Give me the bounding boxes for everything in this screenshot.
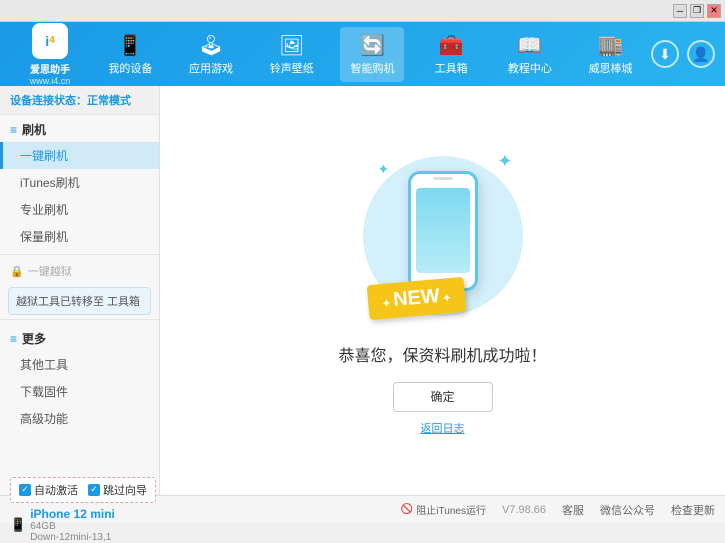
phone-container: ✦ ✦ NEW [373,146,513,326]
section-more: ≡ 更多 [0,324,159,351]
my-device-icon: 📱 [118,33,143,58]
flash-section-icon: ≡ [10,123,17,137]
flash-section-title: 刷机 [22,121,46,138]
device-name: iPhone 12 mini [30,507,115,521]
device-info: iPhone 12 mini 64GB Down-12mini-13,1 [30,507,115,543]
skip-wizard-check-icon: ✓ [88,484,100,496]
nav-toolbox[interactable]: 🧰 工具箱 [421,27,481,82]
bottom-bar: ✓ 自动激活 ✓ 跳过向导 📱 iPhone 12 mini 64GB Down… [0,495,725,523]
bottom-right: 🚫 阻止iTunes运行 V7.98.66 客服 微信公众号 检查更新 [170,502,715,518]
bottom-checkboxes: ✓ 自动激活 ✓ 跳过向导 [10,477,156,503]
success-illustration: ✦ ✦ NEW [373,146,513,326]
divider-2 [0,319,159,320]
skip-wizard-label: 跳过向导 [103,482,147,498]
weisi-icon: 🏬 [598,33,623,58]
jailbreak-info-box[interactable]: 越狱工具已转移至 工具箱 [8,287,151,315]
jailbreak-title: 一键越狱 [28,263,72,279]
wechat-link[interactable]: 微信公众号 [600,502,655,518]
user-button[interactable]: 👤 [687,40,715,68]
sidebar-item-one-key-flash[interactable]: 一键刷机 [0,142,159,169]
logo[interactable]: i4 爱思助手 www.i4.cn [10,23,90,86]
sidebar-item-advanced[interactable]: 高级功能 [0,405,159,432]
nav-ringtone-label: 铃声壁纸 [270,60,314,76]
phone-shape [408,171,478,291]
confirm-button[interactable]: 确定 [393,382,493,412]
itunes-status[interactable]: 🚫 阻止iTunes运行 [401,502,486,517]
restore-button[interactable]: ❐ [690,4,704,18]
nav-apps-games-label: 应用游戏 [189,60,233,76]
divider-1 [0,254,159,255]
auto-activate-check-icon: ✓ [19,484,31,496]
nav-weisi-mall[interactable]: 🏬 威思棒城 [579,27,643,82]
sidebar-item-other-tools[interactable]: 其他工具 [0,351,159,378]
skip-wizard-checkbox[interactable]: ✓ 跳过向导 [88,482,147,498]
ringtone-icon: 🖼 [279,33,304,58]
success-message: 恭喜您，保资料刷机成功啦！ [338,342,546,366]
apps-games-icon: 🕹 [198,33,223,58]
sidebar: 设备连接状态：正常模式 ≡ 刷机 一键刷机 iTunes刷机 专业刷机 保量刷机… [0,86,160,495]
sidebar-item-save-flash[interactable]: 保量刷机 [0,223,159,250]
sidebar-item-download-firmware[interactable]: 下载固件 [0,378,159,405]
nav-bar: 📱 我的设备 🕹 应用游戏 🖼 铃声壁纸 🔄 智能购机 🧰 工具箱 📖 教程中心… [90,27,651,82]
customer-service-link[interactable]: 客服 [562,502,584,518]
nav-smart-shop[interactable]: 🔄 智能购机 [340,27,404,82]
itunes-label: 阻止iTunes运行 [416,502,486,517]
phone-speaker [433,177,453,180]
smart-shop-icon: 🔄 [360,33,385,58]
logo-url: www.i4.cn [30,76,71,86]
more-section-title: 更多 [22,330,46,347]
jailbreak-info-text: 越狱工具已转移至 工具箱 [16,296,140,308]
nav-smart-shop-label: 智能购机 [350,60,394,76]
connection-status: 设备连接状态：正常模式 [0,86,159,115]
window-controls: ─ ❐ ✕ [673,4,721,18]
toolbox-icon: 🧰 [439,33,464,58]
status-label: 设备连接状态： [10,95,87,107]
more-section-icon: ≡ [10,332,17,346]
device-storage: 64GB [30,521,115,532]
sparkle-left: ✦ [378,161,390,178]
main-area: 设备连接状态：正常模式 ≡ 刷机 一键刷机 iTunes刷机 专业刷机 保量刷机… [0,86,725,495]
lock-icon: 🔒 [10,265,24,278]
nav-tutorial-label: 教程中心 [508,60,552,76]
download-button[interactable]: ⬇ [651,40,679,68]
device-system: Down-12mini-13,1 [30,532,115,543]
auto-activate-label: 自动激活 [34,482,78,498]
content-area: ✦ ✦ NEW 恭喜您，保资料刷机成功啦！ 确定 返回日志 [160,86,725,495]
status-value: 正常模式 [87,95,131,107]
header-actions: ⬇ 👤 [651,40,715,68]
nav-ringtone-wallpaper[interactable]: 🖼 铃声壁纸 [260,27,324,82]
phone-screen [416,188,470,273]
check-update-link[interactable]: 检查更新 [671,502,715,518]
tutorial-icon: 📖 [517,33,542,58]
version: V7.98.66 [502,504,546,516]
back-to-log-link[interactable]: 返回日志 [421,420,465,436]
sidebar-item-pro-flash[interactable]: 专业刷机 [0,196,159,223]
nav-toolbox-label: 工具箱 [435,60,468,76]
nav-my-device-label: 我的设备 [108,60,152,76]
nav-weisi-label: 威思棒城 [589,60,633,76]
nav-tutorial[interactable]: 📖 教程中心 [498,27,562,82]
minimize-button[interactable]: ─ [673,4,687,18]
close-button[interactable]: ✕ [707,4,721,18]
nav-my-device[interactable]: 📱 我的设备 [98,27,162,82]
stop-icon: 🚫 [401,504,413,515]
device-icon: 📱 [10,517,26,533]
header: i4 爱思助手 www.i4.cn 📱 我的设备 🕹 应用游戏 🖼 铃声壁纸 🔄… [0,22,725,86]
nav-apps-games[interactable]: 🕹 应用游戏 [179,27,243,82]
sparkle-right: ✦ [497,151,512,172]
section-jailbreak: 🔒 一键越狱 [0,259,159,283]
logo-name: 爱思助手 [30,61,70,76]
auto-activate-checkbox[interactable]: ✓ 自动激活 [19,482,78,498]
logo-icon: i4 [32,23,68,59]
section-flash: ≡ 刷机 [0,115,159,142]
title-bar: ─ ❐ ✕ [0,0,725,22]
sidebar-item-itunes-flash[interactable]: iTunes刷机 [0,169,159,196]
bottom-left: ✓ 自动激活 ✓ 跳过向导 📱 iPhone 12 mini 64GB Down… [10,477,170,543]
